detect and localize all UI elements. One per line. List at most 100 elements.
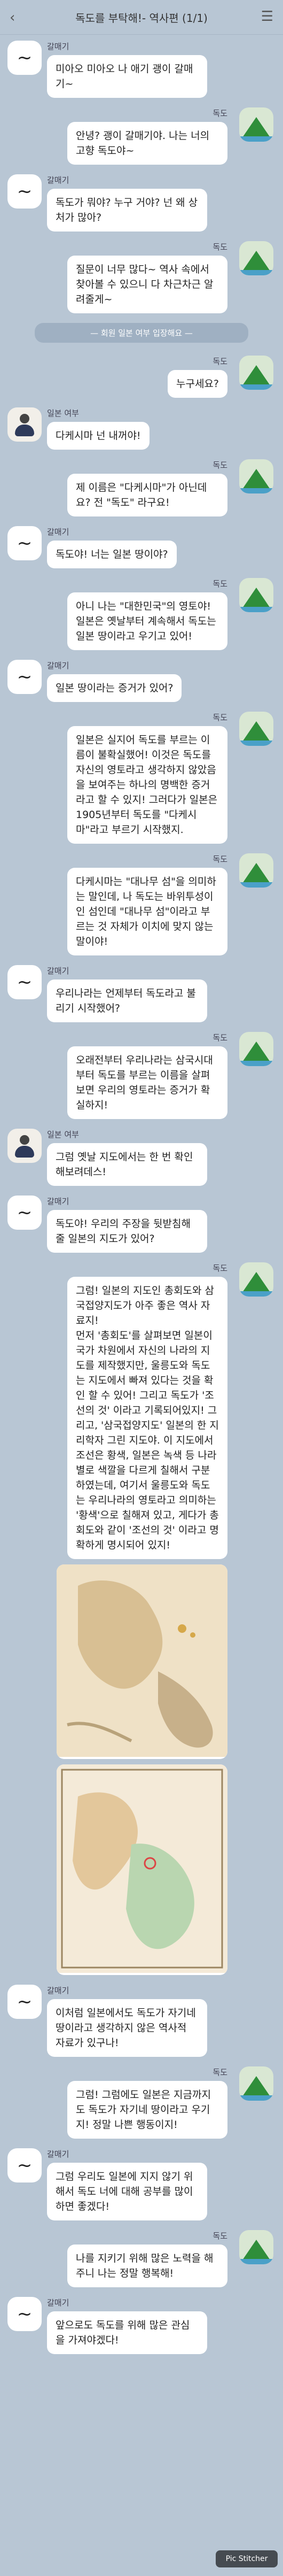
message-row: ~ 갈매기 우리나라는 언제부터 독도라고 불리기 시작했어? xyxy=(0,965,283,1022)
message-row: ~ 갈매기 독도야! 우리의 주장을 뒷받침해줄 일본의 지도가 있어? xyxy=(0,1196,283,1253)
pic-stitcher-badge: Pic Stitcher xyxy=(216,2550,278,2567)
seagull-icon: ~ xyxy=(17,181,33,202)
message-row: ~ 갈매기 일본 땅이라는 증거가 있어? xyxy=(0,660,283,702)
seagull-icon: ~ xyxy=(17,2155,33,2176)
message-bubble: 그럼 우리도 일본에 지지 않기 위해서 독도 너에 대해 공부를 많이 하면 … xyxy=(47,2163,207,2220)
message-bubble: 질문이 너무 많다~ 역사 속에서 찾아볼 수 있으니 다 차근차근 알려줄게~ xyxy=(67,256,227,313)
message-bubble: 제 이름은 "다케시마"가 아닌데요? 전 "독도" 라구요! xyxy=(67,474,227,516)
dokdo-avatar[interactable] xyxy=(239,241,273,275)
seagull-icon: ~ xyxy=(17,666,33,688)
message-row: 독도 오래전부터 우리나라는 삼국시대부터 독도를 부르는 이름을 살펴보면 우… xyxy=(0,1032,283,1119)
seagull-icon: ~ xyxy=(17,1991,33,2012)
message-bubble: 이처럼 일본에서도 독도가 자기네 땅이라고 생각하지 않은 역사적 자료가 있… xyxy=(47,1999,207,2057)
seagull-avatar[interactable]: ~ xyxy=(7,2148,42,2182)
old-map-illustration xyxy=(57,1764,227,1973)
island-icon xyxy=(242,863,270,883)
message-row: ~ 갈매기 이처럼 일본에서도 독도가 자기네 땅이라고 생각하지 않은 역사적… xyxy=(0,1985,283,2057)
dokdo-avatar[interactable] xyxy=(239,853,273,888)
sender-name: 갈매기 xyxy=(47,1986,69,1995)
island-icon xyxy=(242,117,270,137)
seagull-avatar[interactable]: ~ xyxy=(7,1985,42,2019)
island-icon xyxy=(242,721,270,742)
message-bubble: 그럼 옛날 지도에서는 한 번 확인해보려데스! xyxy=(47,1143,207,1186)
dokdo-avatar[interactable] xyxy=(239,1032,273,1066)
message-row: 독도 아니 나는 "대한민국"의 영토야! 일본은 옛날부터 계속해서 독도는 … xyxy=(0,578,283,650)
seagull-avatar[interactable]: ~ xyxy=(7,965,42,999)
map-image-2[interactable] xyxy=(57,1764,227,1975)
back-arrow-icon[interactable]: ‹ xyxy=(10,10,15,26)
sender-name: 독도 xyxy=(213,1033,227,1043)
message-bubble: 앞으로도 독도를 위해 많은 관심을 가져야겠다! xyxy=(47,2311,207,2354)
dokdo-avatar[interactable] xyxy=(239,1262,273,1297)
message-bubble: 다케시마 넌 내꺼야! xyxy=(47,422,150,450)
message-row: 독도 일본은 실지어 독도를 부르는 이름이 불확실했어! 이것은 독도를 자신… xyxy=(0,712,283,844)
seagull-icon: ~ xyxy=(17,971,33,993)
dokdo-avatar[interactable] xyxy=(239,712,273,746)
message-bubble: 누구세요? xyxy=(167,370,227,398)
message-row: 독도 안녕? 괭이 갈매기야. 나는 너의 고향 독도야~ xyxy=(0,107,283,165)
island-icon xyxy=(242,1042,270,1062)
hamburger-menu-icon[interactable]: ☰ xyxy=(261,9,273,25)
seagull-avatar[interactable]: ~ xyxy=(7,2297,42,2331)
dokdo-avatar[interactable] xyxy=(239,356,273,390)
seagull-avatar[interactable]: ~ xyxy=(7,660,42,694)
japan-avatar[interactable] xyxy=(7,1129,42,1163)
message-row: 일본 여부 그럼 옛날 지도에서는 한 번 확인해보려데스! xyxy=(0,1129,283,1186)
sender-name: 갈매기 xyxy=(47,2149,69,2159)
seagull-avatar[interactable]: ~ xyxy=(7,1196,42,1230)
seagull-icon: ~ xyxy=(17,2303,33,2325)
seagull-avatar[interactable]: ~ xyxy=(7,41,42,75)
sender-name: 독도 xyxy=(213,579,227,589)
message-bubble: 미아오 미아오 나 애기 괭이 갈매기~ xyxy=(47,55,207,98)
sender-name: 갈매기 xyxy=(47,175,69,185)
sender-name: 일본 여부 xyxy=(47,1130,79,1139)
sender-name: 독도 xyxy=(213,109,227,118)
message-bubble: 아니 나는 "대한민국"의 영토야! 일본은 옛날부터 계속해서 독도는 일본 … xyxy=(67,592,227,650)
sender-name: 갈매기 xyxy=(47,966,69,976)
dokdo-avatar[interactable] xyxy=(239,459,273,493)
island-icon xyxy=(242,2076,270,2096)
message-bubble: 우리나라는 언제부터 독도라고 불리기 시작했어? xyxy=(47,980,207,1022)
japan-avatar[interactable] xyxy=(7,407,42,442)
message-bubble: 일본 땅이라는 증거가 있어? xyxy=(47,674,182,702)
sender-name: 갈매기 xyxy=(47,1197,69,1206)
seagull-avatar[interactable]: ~ xyxy=(7,174,42,209)
seagull-icon: ~ xyxy=(17,1202,33,1223)
message-bubble: 그럼! 일본의 지도인 총회도와 삼국접양지도가 아주 좋은 역사 자료지! 먼… xyxy=(67,1277,227,1559)
dokdo-avatar[interactable] xyxy=(239,2230,273,2264)
message-bubble: 독도야! 너는 일본 땅이야? xyxy=(47,541,177,568)
message-bubble: 오래전부터 우리나라는 삼국시대부터 독도를 부르는 이름을 살펴보면 우리의 … xyxy=(67,1046,227,1119)
dokdo-avatar[interactable] xyxy=(239,578,273,612)
message-row: ~ 갈매기 앞으로도 독도를 위해 많은 관심을 가져야겠다! xyxy=(0,2297,283,2354)
sender-name: 독도 xyxy=(213,2068,227,2077)
chat-title: 독도를 부탁해!- 역사편 (1/1) xyxy=(75,11,208,25)
sender-name: 독도 xyxy=(213,1263,227,1273)
message-row: 독도 질문이 너무 많다~ 역사 속에서 찾아볼 수 있으니 다 차근차근 알려… xyxy=(0,241,283,313)
message-row: ~ 갈매기 그럼 우리도 일본에 지지 않기 위해서 독도 너에 대해 공부를 … xyxy=(0,2148,283,2220)
message-bubble: 다케시마는 "대나무 섬"을 의미하는 말인데, 나 독도는 바위투성이인 섬인… xyxy=(67,868,227,955)
old-map-illustration xyxy=(57,1564,227,1757)
person-icon xyxy=(14,413,35,436)
sender-name: 갈매기 xyxy=(47,2298,69,2308)
person-icon xyxy=(14,1134,35,1158)
sender-name: 일본 여부 xyxy=(47,408,79,418)
island-icon xyxy=(242,469,270,489)
sender-name: 독도 xyxy=(213,2231,227,2241)
sender-name: 독도 xyxy=(213,460,227,470)
island-icon xyxy=(242,365,270,385)
message-row: ~ 갈매기 미아오 미아오 나 애기 괭이 갈매기~ xyxy=(0,41,283,98)
message-row: 독도 다케시마는 "대나무 섬"을 의미하는 말인데, 나 독도는 바위투성이인… xyxy=(0,853,283,955)
seagull-avatar[interactable]: ~ xyxy=(7,526,42,560)
message-row: 독도 제 이름은 "다케시마"가 아닌데요? 전 "독도" 라구요! xyxy=(0,459,283,516)
dokdo-avatar[interactable] xyxy=(239,2066,273,2101)
island-icon xyxy=(242,1272,270,1292)
message-row: ~ 갈매기 독도가 뭐야? 누구 거야? 넌 왜 상처가 많아? xyxy=(0,174,283,232)
seagull-icon: ~ xyxy=(17,47,33,68)
chat-header: ‹ 독도를 부탁해!- 역사편 (1/1) ☰ xyxy=(0,0,283,35)
map-image-1[interactable] xyxy=(57,1564,227,1759)
sender-name: 갈매기 xyxy=(47,42,69,51)
dokdo-avatar[interactable] xyxy=(239,107,273,142)
seagull-icon: ~ xyxy=(17,533,33,554)
sender-name: 갈매기 xyxy=(47,527,69,537)
message-row: 일본 여부 다케시마 넌 내꺼야! xyxy=(0,407,283,450)
